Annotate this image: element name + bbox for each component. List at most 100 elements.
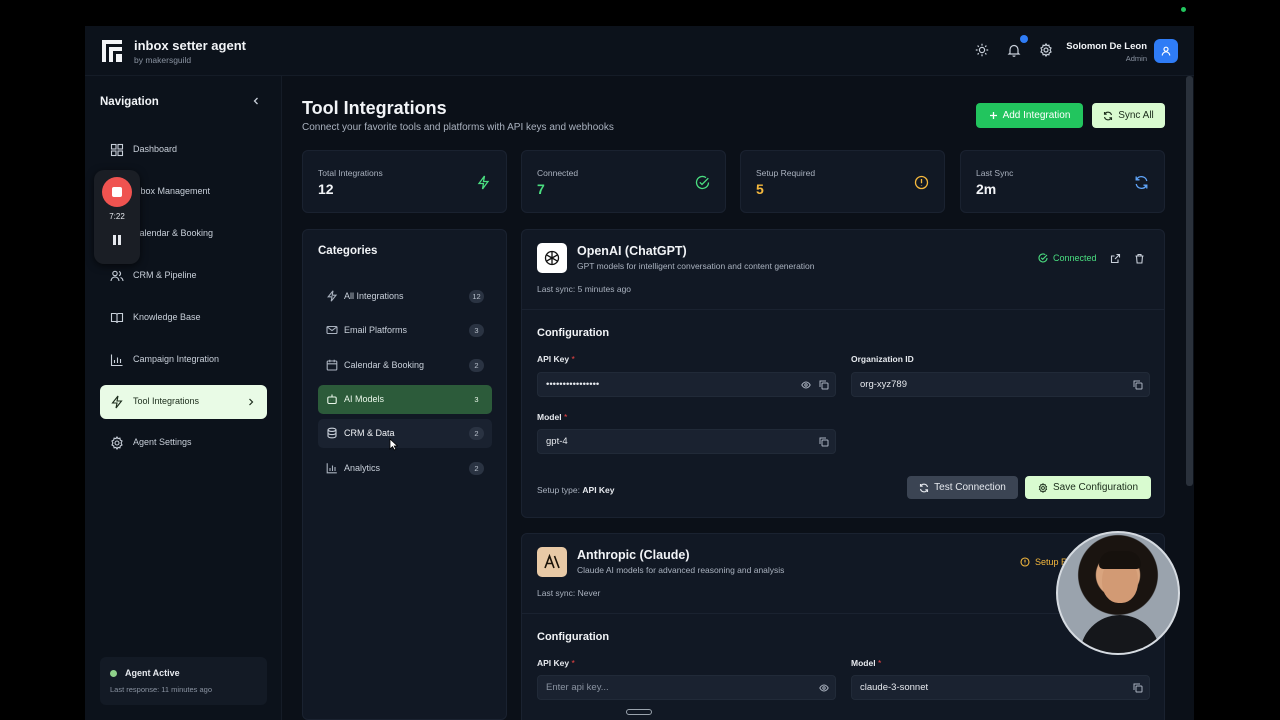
- eye-icon[interactable]: [801, 380, 811, 390]
- sidebar-item-campaign-integration[interactable]: Campaign Integration: [100, 343, 267, 377]
- category-crm-data[interactable]: CRM & Data 2: [318, 419, 492, 448]
- alert-circle-icon: [914, 175, 929, 190]
- chevron-left-icon[interactable]: [251, 96, 261, 106]
- sidebar-item-crm-pipeline[interactable]: CRM & Pipeline: [100, 259, 267, 293]
- trash-icon[interactable]: [1134, 253, 1145, 264]
- user-role: Admin: [1125, 54, 1147, 63]
- sidebar-item-label: Inbox Management: [133, 186, 211, 196]
- app-window: inbox setter agent by makersguild Solomo…: [85, 26, 1194, 720]
- robot-icon: [327, 394, 337, 405]
- sidebar-title: Navigation: [100, 96, 159, 108]
- stop-icon: [112, 187, 122, 197]
- categories-title: Categories: [318, 245, 378, 257]
- sidebar-item-agent-settings[interactable]: Agent Settings: [100, 426, 267, 460]
- stat-value: 12: [318, 181, 334, 197]
- external-link-icon[interactable]: [1110, 253, 1121, 264]
- card-header: OpenAI (ChatGPT) GPT models for intellig…: [522, 230, 1164, 310]
- copy-icon[interactable]: [1133, 683, 1143, 693]
- categories-panel: Categories All Integrations 12 Email Pla…: [302, 229, 507, 720]
- sync-all-button[interactable]: Sync All: [1092, 103, 1165, 128]
- gear-icon[interactable]: [1039, 43, 1053, 57]
- sun-icon[interactable]: [975, 43, 989, 57]
- scrollbar[interactable]: [1186, 76, 1193, 486]
- plus-icon: [989, 112, 997, 119]
- user-name: Solomon De Leon: [1066, 41, 1147, 52]
- category-count: 3: [469, 324, 484, 337]
- category-ai-models[interactable]: AI Models 3: [318, 385, 492, 414]
- add-integration-button[interactable]: Add Integration: [976, 103, 1083, 128]
- configuration-title: Configuration: [537, 327, 610, 339]
- webcam-overlay: [1056, 531, 1180, 655]
- category-label: All Integrations: [344, 291, 404, 301]
- page-subtitle: Connect your favorite tools and platform…: [302, 122, 614, 133]
- integration-name: Anthropic (Claude): [577, 548, 690, 562]
- category-count: 2: [469, 359, 484, 372]
- save-configuration-button[interactable]: Save Configuration: [1025, 476, 1151, 499]
- status-label: Connected: [1053, 253, 1097, 263]
- configuration-title: Configuration: [537, 631, 610, 643]
- sidebar-item-label: CRM & Pipeline: [133, 270, 197, 280]
- pause-icon[interactable]: [112, 234, 122, 246]
- api-key-input[interactable]: Enter api key...: [537, 675, 836, 700]
- required-asterisk: *: [571, 658, 575, 668]
- stat-card-total: Total Integrations 12: [302, 150, 507, 213]
- anthropic-icon: [544, 554, 560, 569]
- stat-card-connected: Connected 7: [521, 150, 726, 213]
- copy-icon[interactable]: [1133, 380, 1143, 390]
- status-dot: [110, 670, 117, 677]
- stat-card-setup-required: Setup Required 5: [740, 150, 945, 213]
- agent-status-title: Agent Active: [125, 668, 180, 678]
- organization-id-label: Organization ID: [851, 354, 914, 364]
- screen-recorder-widget: 7:22: [94, 170, 140, 264]
- integration-card-openai: OpenAI (ChatGPT) GPT models for intellig…: [521, 229, 1165, 518]
- category-count: 12: [469, 290, 484, 303]
- chart-icon: [110, 354, 123, 367]
- integration-last-sync: Last sync: Never: [537, 588, 601, 598]
- agent-status-panel: Agent Active Last response: 11 minutes a…: [100, 657, 267, 705]
- model-input[interactable]: gpt-4: [537, 429, 836, 454]
- app-subtitle: by makersguild: [134, 55, 192, 65]
- sidebar-item-dashboard[interactable]: Dashboard: [100, 133, 267, 167]
- gear-icon: [1038, 482, 1048, 493]
- agent-status-subtitle: Last response: 11 minutes ago: [110, 685, 213, 694]
- organization-id-input[interactable]: org-xyz789: [851, 372, 1150, 397]
- makersguild-logo: [102, 40, 122, 62]
- stat-label: Connected: [537, 168, 579, 178]
- category-analytics[interactable]: Analytics 2: [318, 454, 492, 483]
- eye-icon[interactable]: [819, 683, 829, 693]
- model-value: gpt-4: [546, 436, 568, 447]
- api-key-value: ••••••••••••••••: [546, 379, 600, 390]
- model-input[interactable]: claude-3-sonnet: [851, 675, 1150, 700]
- sidebar-item-label: Dashboard: [133, 144, 178, 154]
- anthropic-logo: [537, 547, 567, 577]
- sidebar-item-tool-integrations[interactable]: Tool Integrations: [100, 385, 267, 419]
- setup-type-label: Setup type:: [537, 485, 581, 495]
- status-badge: Connected: [1038, 253, 1097, 263]
- check-circle-icon: [695, 175, 710, 190]
- refresh-icon: [920, 483, 929, 492]
- category-label: AI Models: [344, 394, 385, 404]
- test-connection-button[interactable]: Test Connection: [907, 476, 1018, 499]
- model-value: claude-3-sonnet: [860, 682, 929, 693]
- api-key-input[interactable]: ••••••••••••••••: [537, 372, 836, 397]
- required-asterisk: *: [877, 658, 882, 668]
- category-label: Analytics: [344, 463, 381, 473]
- api-key-label: API Key *: [537, 658, 575, 668]
- integration-description: GPT models for intelligent conversation …: [577, 261, 815, 271]
- database-icon: [327, 427, 337, 439]
- recording-indicator-dot: [1181, 7, 1186, 12]
- model-label-text: Model: [851, 658, 876, 668]
- copy-icon[interactable]: [819, 380, 829, 390]
- notification-dot: [1020, 35, 1028, 43]
- copy-icon[interactable]: [819, 437, 829, 447]
- category-label: Calendar & Booking: [344, 360, 425, 370]
- bell-icon[interactable]: [1007, 43, 1021, 57]
- category-calendar-booking[interactable]: Calendar & Booking 2: [318, 351, 492, 380]
- stop-recording-button[interactable]: [102, 177, 132, 207]
- category-label: Email Platforms: [344, 325, 408, 335]
- category-all-integrations[interactable]: All Integrations 12: [318, 282, 492, 311]
- sidebar-item-knowledge-base[interactable]: Knowledge Base: [100, 301, 267, 335]
- category-email-platforms[interactable]: Email Platforms 3: [318, 316, 492, 345]
- openai-logo: [537, 243, 567, 273]
- avatar[interactable]: [1154, 39, 1178, 63]
